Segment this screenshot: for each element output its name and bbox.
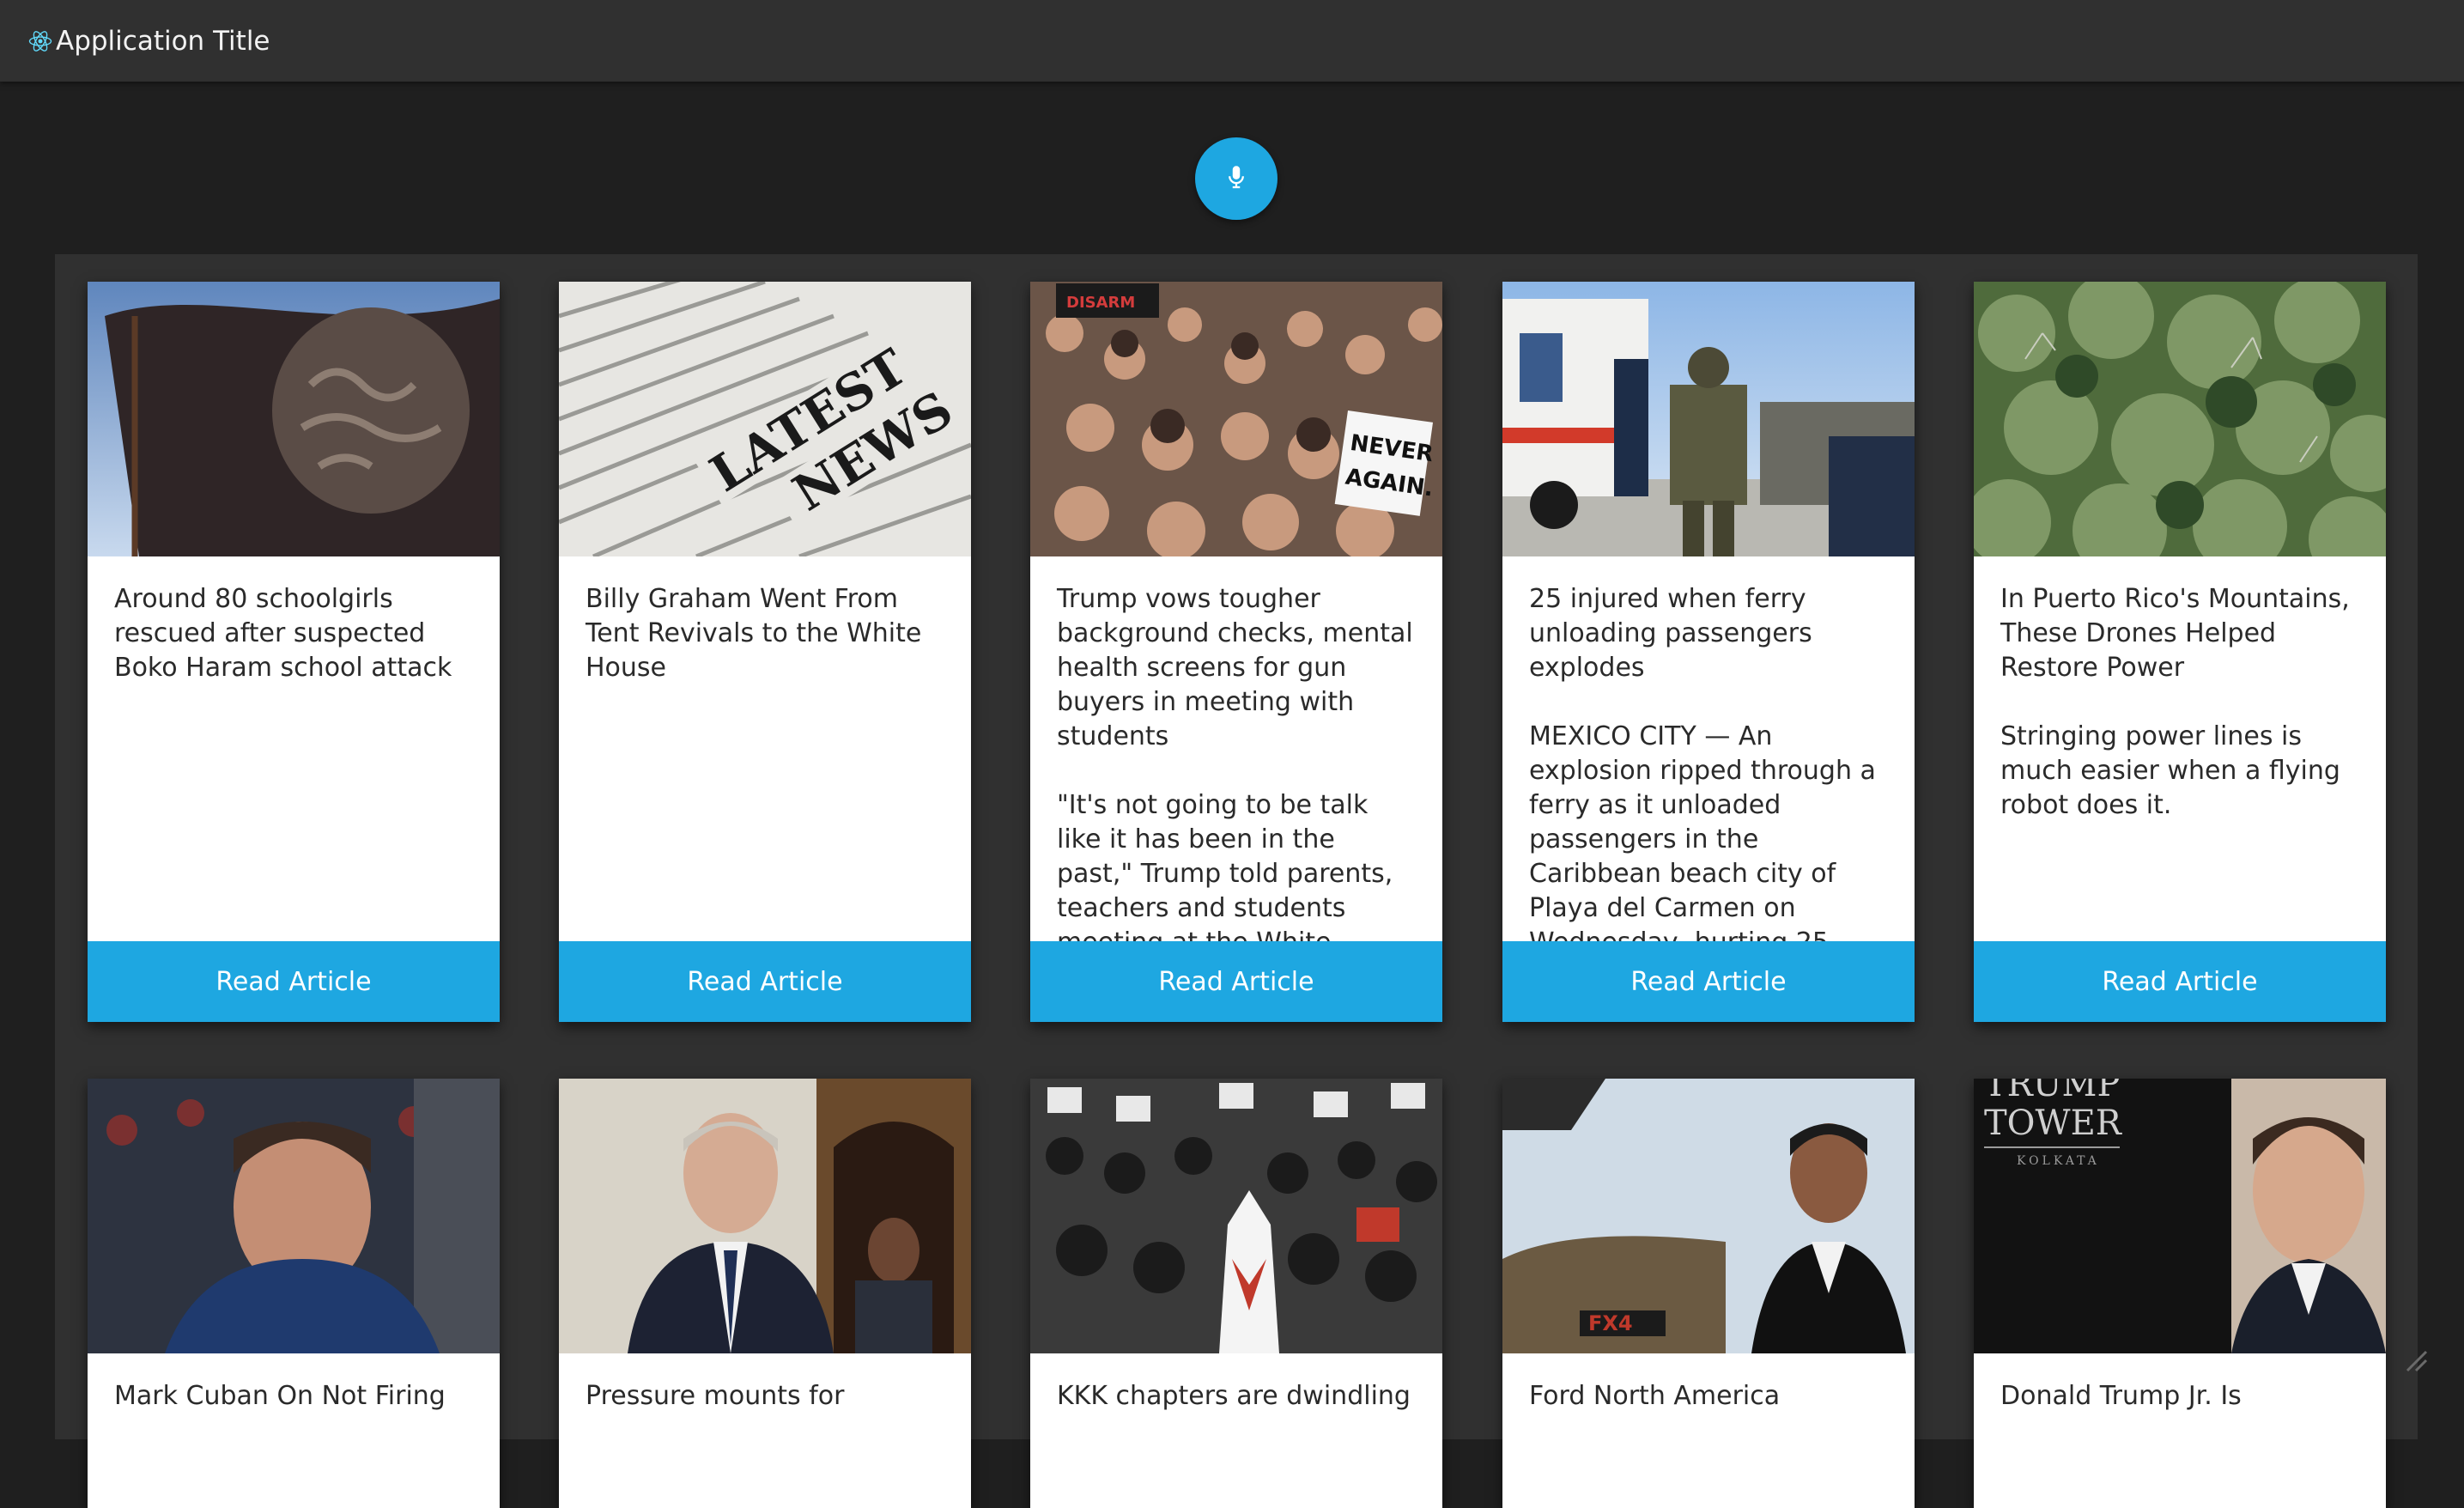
article-title: 25 injured when ferry unloading passenge… xyxy=(1529,584,1812,683)
article-title: Around 80 schoolgirls rescued after susp… xyxy=(114,584,452,683)
article-title: Donald Trump Jr. Is xyxy=(2000,1381,2242,1411)
article-body: KKK chapters are dwindling xyxy=(1030,1353,1442,1414)
article-title: Mark Cuban On Not Firing xyxy=(114,1381,446,1411)
article-card: FX4 Ford North America xyxy=(1502,1079,1915,1508)
article-title: Billy Graham Went From Tent Revivals to … xyxy=(586,584,922,683)
read-article-button[interactable]: Read Article xyxy=(1502,941,1915,1022)
svg-text:TOWER: TOWER xyxy=(1984,1104,2123,1143)
resize-handle-icon[interactable] xyxy=(2404,1348,2430,1374)
article-title: Trump vows tougher background checks, me… xyxy=(1057,584,1413,751)
read-article-button[interactable]: Read Article xyxy=(559,941,971,1022)
microphone-button[interactable] xyxy=(1195,137,1278,220)
read-article-button[interactable]: Read Article xyxy=(88,941,500,1022)
microphone-icon xyxy=(1222,162,1251,195)
article-body: Donald Trump Jr. Is xyxy=(1974,1353,2386,1414)
article-body: Mark Cuban On Not Firing xyxy=(88,1353,500,1414)
article-card: DISARM NEVER AGAIN. Trump vows tougher b… xyxy=(1030,282,1442,1022)
article-description: MEXICO CITY — An explosion ripped throug… xyxy=(1529,721,1876,941)
man-portrait-photo xyxy=(88,1079,500,1353)
article-card: 25 injured when ferry unloading passenge… xyxy=(1502,282,1915,1022)
article-body: Ford North America xyxy=(1502,1353,1915,1414)
latest-news-newspaper-photo: LATEST NEWS xyxy=(559,282,971,556)
react-atom-icon xyxy=(27,27,54,55)
article-body: Trump vows tougher background checks, me… xyxy=(1030,556,1442,941)
articles-grid: Around 80 schoolgirls rescued after susp… xyxy=(55,254,2418,1508)
svg-text:DISARM: DISARM xyxy=(1066,294,1135,312)
trump-tower-sign-photo: TRUMP TOWER KOLKATA xyxy=(1974,1079,2386,1353)
read-article-button[interactable]: Read Article xyxy=(1974,941,2386,1022)
article-card: TRUMP TOWER KOLKATA Donald Trump Jr. Is xyxy=(1974,1079,2386,1508)
article-body: In Puerto Rico's Mountains, These Drones… xyxy=(1974,556,2386,941)
article-title: Pressure mounts for xyxy=(586,1381,845,1411)
article-body: Billy Graham Went From Tent Revivals to … xyxy=(559,556,971,941)
article-card: Around 80 schoolgirls rescued after susp… xyxy=(88,282,500,1022)
article-card: In Puerto Rico's Mountains, These Drones… xyxy=(1974,282,2386,1022)
article-card: Mark Cuban On Not Firing xyxy=(88,1079,500,1508)
article-title: In Puerto Rico's Mountains, These Drones… xyxy=(2000,584,2350,683)
protest-crowd-photo: DISARM NEVER AGAIN. xyxy=(1030,282,1442,556)
svg-text:FX4: FX4 xyxy=(1588,1311,1633,1335)
app-bar: Application Title xyxy=(0,0,2464,82)
svg-text:TRUMP: TRUMP xyxy=(1984,1079,2120,1104)
green-forest-photo xyxy=(1974,282,2386,556)
speaker-truck-photo: FX4 xyxy=(1502,1079,1915,1353)
street-crowd-photo xyxy=(1030,1079,1442,1353)
man-in-suit-photo xyxy=(559,1079,971,1353)
ambulance-soldier-photo xyxy=(1502,282,1915,556)
black-flag-photo xyxy=(88,282,500,556)
article-body: Pressure mounts for xyxy=(559,1353,971,1414)
article-title: Ford North America xyxy=(1529,1381,1781,1411)
svg-text:KOLKATA: KOLKATA xyxy=(2017,1154,2100,1168)
article-body: Around 80 schoolgirls rescued after susp… xyxy=(88,556,500,941)
article-description: "It's not going to be talk like it has b… xyxy=(1057,790,1393,941)
article-card: LATEST NEWS Billy Graham Went From Tent … xyxy=(559,282,971,1022)
article-title: KKK chapters are dwindling xyxy=(1057,1381,1411,1411)
article-body: 25 injured when ferry unloading passenge… xyxy=(1502,556,1915,941)
article-description: Stringing power lines is much easier whe… xyxy=(2000,721,2340,820)
article-card: KKK chapters are dwindling xyxy=(1030,1079,1442,1508)
read-article-button[interactable]: Read Article xyxy=(1030,941,1442,1022)
article-card: Pressure mounts for xyxy=(559,1079,971,1508)
app-title: Application Title xyxy=(56,25,270,57)
